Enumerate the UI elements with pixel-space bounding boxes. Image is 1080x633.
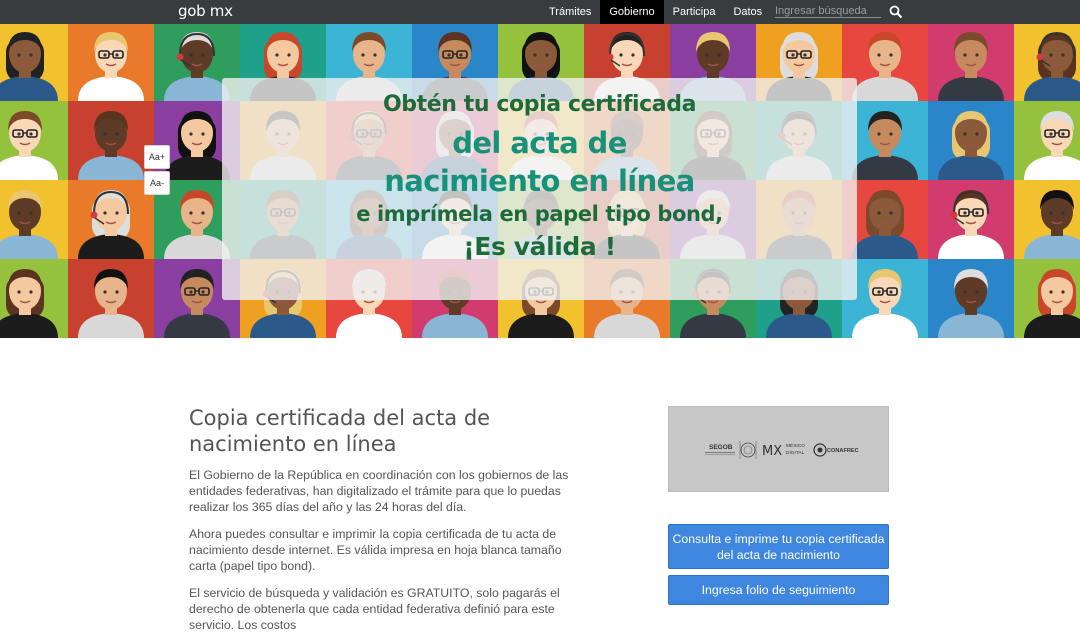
- conafrec-logo: CONAFREC: [813, 443, 859, 457]
- intro-paragraph-1: El Gobierno de la República en coordinac…: [189, 468, 569, 514]
- segob-logo: SEGOB: [705, 444, 735, 455]
- hero-line-4: e imprímela en papel tipo bond,: [356, 202, 723, 226]
- nav-link-datos[interactable]: Datos: [724, 0, 771, 24]
- coat-of-arms-icon: [739, 441, 757, 459]
- avatar-tile: [0, 259, 68, 338]
- avatar-tile: [1014, 259, 1080, 338]
- page-title: Copia certificada del acta de nacimiento…: [189, 406, 491, 456]
- nav-link-participa[interactable]: Participa: [664, 0, 725, 24]
- svg-text:CONAFREC: CONAFREC: [827, 448, 859, 454]
- institution-logos: SEGOB MX MÉXICO DIGITAL CONAFREC: [705, 441, 859, 459]
- gobmx-logo[interactable]: gob mx: [178, 2, 233, 20]
- nav-links: Trámites Gobierno Participa Datos: [540, 0, 771, 24]
- mexico-digital-logo: MX MÉXICO DIGITAL: [762, 442, 805, 459]
- nav-link-gobierno[interactable]: Gobierno: [600, 0, 664, 24]
- avatar-tile: [0, 24, 68, 101]
- top-navbar: gob mx Trámites Gobierno Participa Datos: [0, 0, 1080, 24]
- nav-link-tramites[interactable]: Trámites: [540, 0, 600, 24]
- search-icon[interactable]: [889, 5, 903, 19]
- svg-text:MX: MX: [762, 444, 782, 459]
- hero-line-5: ¡Es válida !: [463, 232, 616, 261]
- avatar-tile: [68, 24, 154, 101]
- avatar-tile: [68, 180, 154, 259]
- avatar-tile: [928, 180, 1014, 259]
- font-increase-button[interactable]: Aa+: [144, 145, 170, 169]
- folio-seguimiento-button[interactable]: Ingresa folio de seguimiento: [668, 575, 889, 605]
- avatar-tile: [68, 259, 154, 338]
- institution-logos-card: SEGOB MX MÉXICO DIGITAL CONAFREC: [668, 406, 889, 492]
- svg-text:DIGITAL: DIGITAL: [786, 450, 805, 456]
- intro-paragraph-3: El servicio de búsqueda y validación es …: [189, 586, 560, 632]
- hero-line-2: del acta de: [452, 126, 627, 160]
- avatar-tile: [1014, 101, 1080, 180]
- font-decrease-button[interactable]: Aa-: [144, 171, 170, 195]
- avatar-tile: [0, 101, 68, 180]
- avatar-tile: [1014, 180, 1080, 259]
- intro-paragraph-2: Ahora puedes consultar e imprimir la cop…: [189, 527, 562, 573]
- svg-text:MÉXICO: MÉXICO: [786, 442, 805, 449]
- avatar-tile: [0, 180, 68, 259]
- svg-text:SEGOB: SEGOB: [709, 444, 733, 451]
- avatar-tile: [1014, 24, 1080, 101]
- hero-line-3: nacimiento en línea: [384, 164, 695, 198]
- avatar-tile: [928, 24, 1014, 101]
- search-input[interactable]: [775, 4, 881, 18]
- avatar-tile: [928, 101, 1014, 180]
- consulta-acta-button[interactable]: Consulta e imprime tu copia certificada …: [668, 524, 889, 569]
- hero-line-1: Obtén tu copia certificada: [382, 92, 697, 117]
- avatar-tile: [68, 101, 154, 180]
- avatar-tile: [928, 259, 1014, 338]
- hero-text-panel: Obtén tu copia certificada del acta de n…: [222, 78, 857, 300]
